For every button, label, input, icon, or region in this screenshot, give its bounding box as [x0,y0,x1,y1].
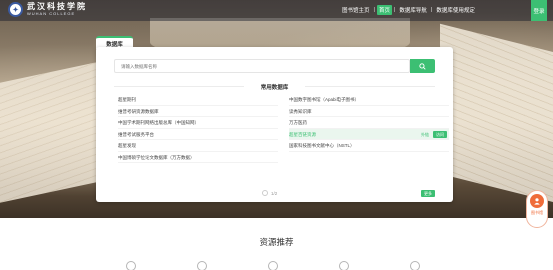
search-button[interactable] [410,59,435,73]
database-search-input[interactable] [114,59,410,73]
pagination: 1/2 [262,190,277,196]
database-item-highlighted[interactable]: 超星百链资源 外链 访问 [289,128,449,140]
nav-separator: | [393,7,396,13]
nav-database-rules[interactable]: 数据库使用规定 [434,5,477,15]
logo-title: 武汉科技学院 [27,1,87,11]
more-databases-button[interactable]: 更多 [421,190,435,197]
recommend-item-icon[interactable] [126,261,136,270]
recommend-item-icon[interactable] [197,261,207,270]
college-emblem-icon: ✦ [8,2,23,17]
database-item[interactable]: 万方医药 [289,117,449,129]
floating-library-widget[interactable]: 图书馆 [526,190,548,228]
database-panel: 常用数据库 超星期刊 维普考研资源数据库 中国学术期刊网络出版总库（中国知网） … [96,47,453,202]
database-item[interactable]: 维普考试服务平台 [118,129,278,140]
external-link-tag: 外链 [421,131,429,137]
database-item[interactable]: 中国数字图书馆（Apabi电子图书） [289,94,449,106]
top-navigation-bar: ✦ 武汉科技学院 WUHAN COLLEGE 图书馆主页 | 首页 | 数据库导… [0,0,553,21]
nav-separator: | [430,7,433,13]
resource-recommend-title: 资源推荐 [259,237,294,247]
recommend-item-icon[interactable] [410,261,420,270]
nav-database-navigation[interactable]: 数据库导航 [397,5,429,15]
library-assistant-icon [530,194,544,208]
database-item[interactable]: 国家科技图书文献中心（NSTL） [289,140,449,152]
database-item[interactable]: 中国学术期刊网络出版总库（中国知网） [118,117,278,129]
recommend-item-icon[interactable] [339,261,349,270]
nav-library-home[interactable]: 图书馆主页 [340,5,372,15]
database-item[interactable]: 读秀知识库 [289,106,449,117]
database-item-label: 超星百链资源 [289,131,316,137]
database-item[interactable]: 超星发现 [118,140,278,152]
database-list-left: 超星期刊 维普考研资源数据库 中国学术期刊网络出版总库（中国知网） 维普考试服务… [118,94,278,163]
nav-home[interactable]: 首页 [376,5,392,15]
section-title: 常用数据库 [260,85,289,91]
visit-database-button[interactable]: 访问 [433,130,447,138]
floating-widget-label: 图书馆 [531,210,543,215]
login-button[interactable]: 登录 [531,0,547,21]
main-nav: 图书馆主页 | 首页 | 数据库导航 | 数据库使用规定 [340,5,477,15]
logo-subtitle: WUHAN COLLEGE [27,11,76,16]
search-icon [419,62,426,70]
site-logo[interactable]: ✦ 武汉科技学院 WUHAN COLLEGE [8,2,87,17]
hero-book-page-right [440,23,553,207]
recommend-item-icon[interactable] [268,261,278,270]
pager-status: 1/2 [271,190,278,196]
section-divider-right [305,86,435,87]
pager-previous-icon[interactable] [262,190,268,196]
database-item[interactable]: 中国博硕学位论文数据库（万方数据） [118,152,278,163]
database-list-right: 中国数字图书馆（Apabi电子图书） 读秀知识库 万方医药 超星百链资源 外链 … [289,94,449,152]
database-item[interactable]: 维普考研资源数据库 [118,106,278,117]
database-item[interactable]: 超星期刊 [118,94,278,106]
nav-separator: | [373,7,375,13]
